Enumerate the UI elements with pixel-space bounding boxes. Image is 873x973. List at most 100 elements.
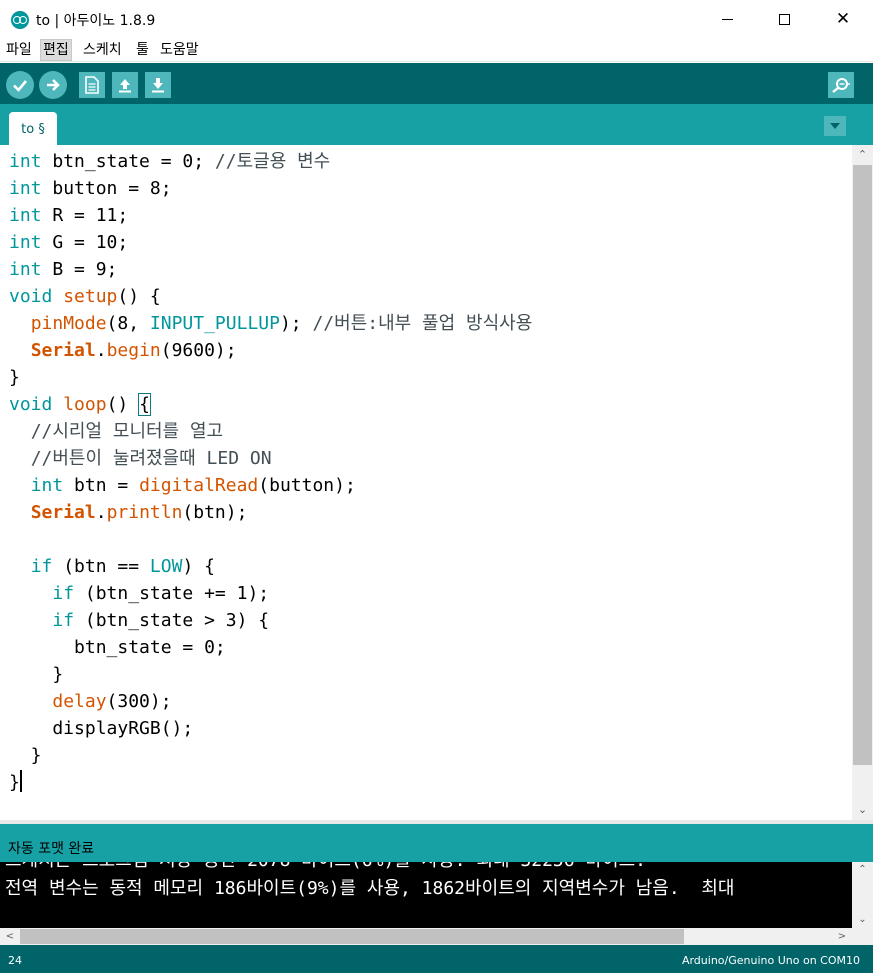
serial-monitor-button[interactable] — [828, 72, 854, 98]
code-line[interactable]: Serial.println(btn); — [9, 499, 532, 526]
code-line[interactable]: displayRGB(); — [9, 715, 532, 742]
scrollbar-thumb[interactable] — [853, 165, 872, 765]
title-bar: to | 아두이노 1.8.9 ✕ — [0, 0, 873, 38]
maximize-button[interactable] — [755, 0, 813, 38]
code-line[interactable]: //버튼이 눌려졌을때 LED ON — [9, 445, 532, 472]
code-token: { — [138, 393, 151, 416]
editor-vertical-scrollbar[interactable]: ⌃ ⌄ — [852, 145, 873, 820]
scroll-down-icon[interactable]: ⌄ — [852, 800, 873, 820]
close-button[interactable]: ✕ — [814, 0, 872, 38]
code-token: loop — [63, 394, 107, 415]
code-token: } — [9, 745, 42, 766]
code-token: (300); — [106, 691, 172, 712]
code-token: digitalRead — [139, 475, 259, 496]
code-token: //버튼이 눌려졌을때 LED ON — [30, 448, 272, 469]
menu-sketch[interactable]: 스케치 — [81, 39, 124, 61]
code-line[interactable]: int G = 10; — [9, 229, 532, 256]
scroll-up-icon[interactable]: ⌃ — [852, 862, 873, 878]
code-token: delay — [52, 691, 107, 712]
console-vertical-scrollbar[interactable]: ⌃ ⌄ — [852, 862, 873, 928]
code-token: (8, — [106, 313, 150, 334]
code-line[interactable]: void setup() { — [9, 283, 532, 310]
code-line[interactable]: } — [9, 364, 532, 391]
code-token: (btn == — [52, 556, 150, 577]
code-line[interactable]: } — [9, 769, 532, 796]
upload-button[interactable] — [39, 71, 67, 99]
verify-icon — [13, 80, 27, 92]
code-line[interactable]: int B = 9; — [9, 256, 532, 283]
code-line[interactable]: int btn = digitalRead(button); — [9, 472, 532, 499]
code-line[interactable]: } — [9, 661, 532, 688]
scroll-up-icon[interactable]: ⌃ — [852, 145, 873, 165]
scroll-right-icon[interactable]: > — [832, 928, 852, 945]
menu-tools[interactable]: 툴 — [134, 39, 151, 61]
menu-file[interactable]: 파일 — [4, 39, 34, 61]
code-line[interactable]: int button = 8; — [9, 175, 532, 202]
console-output[interactable]: 스케치는 프로그램 저장 공간 2078 바이트(6%)를 사용. 최대 322… — [0, 862, 852, 928]
code-token: if — [30, 556, 53, 577]
line-number: 24 — [8, 954, 22, 967]
console-line: 전역 변수는 동적 메모리 186바이트(9%)를 사용, 1862바이트의 지… — [5, 878, 735, 899]
open-button[interactable] — [112, 72, 138, 98]
code-line[interactable]: if (btn == LOW) { — [9, 553, 532, 580]
tab-menu-button[interactable] — [824, 116, 846, 136]
code-line[interactable]: int btn_state = 0; //토글용 변수 — [9, 148, 532, 175]
code-line[interactable]: //시리얼 모니터를 열고 — [9, 418, 532, 445]
new-button[interactable] — [79, 72, 105, 98]
code-line[interactable]: if (btn_state > 3) { — [9, 607, 532, 634]
serial-monitor-icon — [832, 78, 850, 93]
code-token: int — [9, 259, 42, 280]
code-token: () — [106, 394, 140, 415]
window-title: to | 아두이노 1.8.9 — [36, 13, 156, 29]
code-line[interactable]: } — [9, 742, 532, 769]
code-editor[interactable]: int btn_state = 0; //토글용 변수 int button = … — [0, 145, 852, 820]
code-token: button = 8; — [41, 178, 172, 199]
console-horizontal-scrollbar[interactable]: < > — [0, 928, 852, 945]
code-token: pinMode — [30, 313, 107, 334]
minimize-button[interactable] — [698, 0, 756, 38]
save-button[interactable] — [145, 72, 171, 98]
code-token: println — [106, 502, 183, 523]
code-area[interactable]: int btn_state = 0; //토글용 변수 int button = … — [9, 148, 532, 796]
code-token: } — [9, 772, 20, 793]
menu-edit[interactable]: 편집 — [40, 39, 72, 61]
verify-button[interactable] — [6, 71, 34, 99]
code-token: void — [9, 394, 53, 415]
code-line[interactable]: if (btn_state += 1); — [9, 580, 532, 607]
code-token: } — [9, 367, 20, 388]
code-token: (9600); — [160, 340, 237, 361]
code-token: if — [52, 583, 75, 604]
code-token: //시리얼 모니터를 열고 — [30, 421, 224, 442]
scrollbar-thumb[interactable] — [20, 929, 684, 944]
code-line[interactable]: int R = 11; — [9, 202, 532, 229]
code-token: setup — [63, 286, 118, 307]
code-token: int — [9, 205, 42, 226]
arduino-logo-icon — [11, 11, 29, 29]
code-token: (btn_state += 1); — [74, 583, 270, 604]
board-info: Arduino/Genuino Uno on COM10 — [681, 954, 860, 967]
code-line[interactable]: delay(300); — [9, 688, 532, 715]
tab-bar: to § — [0, 104, 873, 145]
code-token: INPUT_PULLUP — [149, 313, 280, 334]
code-line[interactable]: pinMode(8, INPUT_PULLUP); //버튼:내부 풀업 방식사… — [9, 310, 533, 337]
status-message: 자동 포맷 완료 — [8, 841, 95, 857]
menu-help[interactable]: 도움말 — [158, 39, 201, 61]
scroll-down-icon[interactable]: ⌄ — [852, 912, 873, 928]
code-line[interactable] — [9, 526, 532, 553]
code-line[interactable]: Serial.begin(9600); — [9, 337, 532, 364]
code-line[interactable]: void loop() { — [9, 391, 532, 418]
code-token: (btn); — [182, 502, 248, 523]
tab-to[interactable]: to § — [9, 112, 57, 145]
code-token: int — [9, 151, 42, 172]
code-token: btn = — [63, 475, 140, 496]
code-line[interactable]: btn_state = 0; — [9, 634, 532, 661]
code-token: ) { — [182, 556, 215, 577]
scroll-left-icon[interactable]: < — [0, 928, 20, 945]
